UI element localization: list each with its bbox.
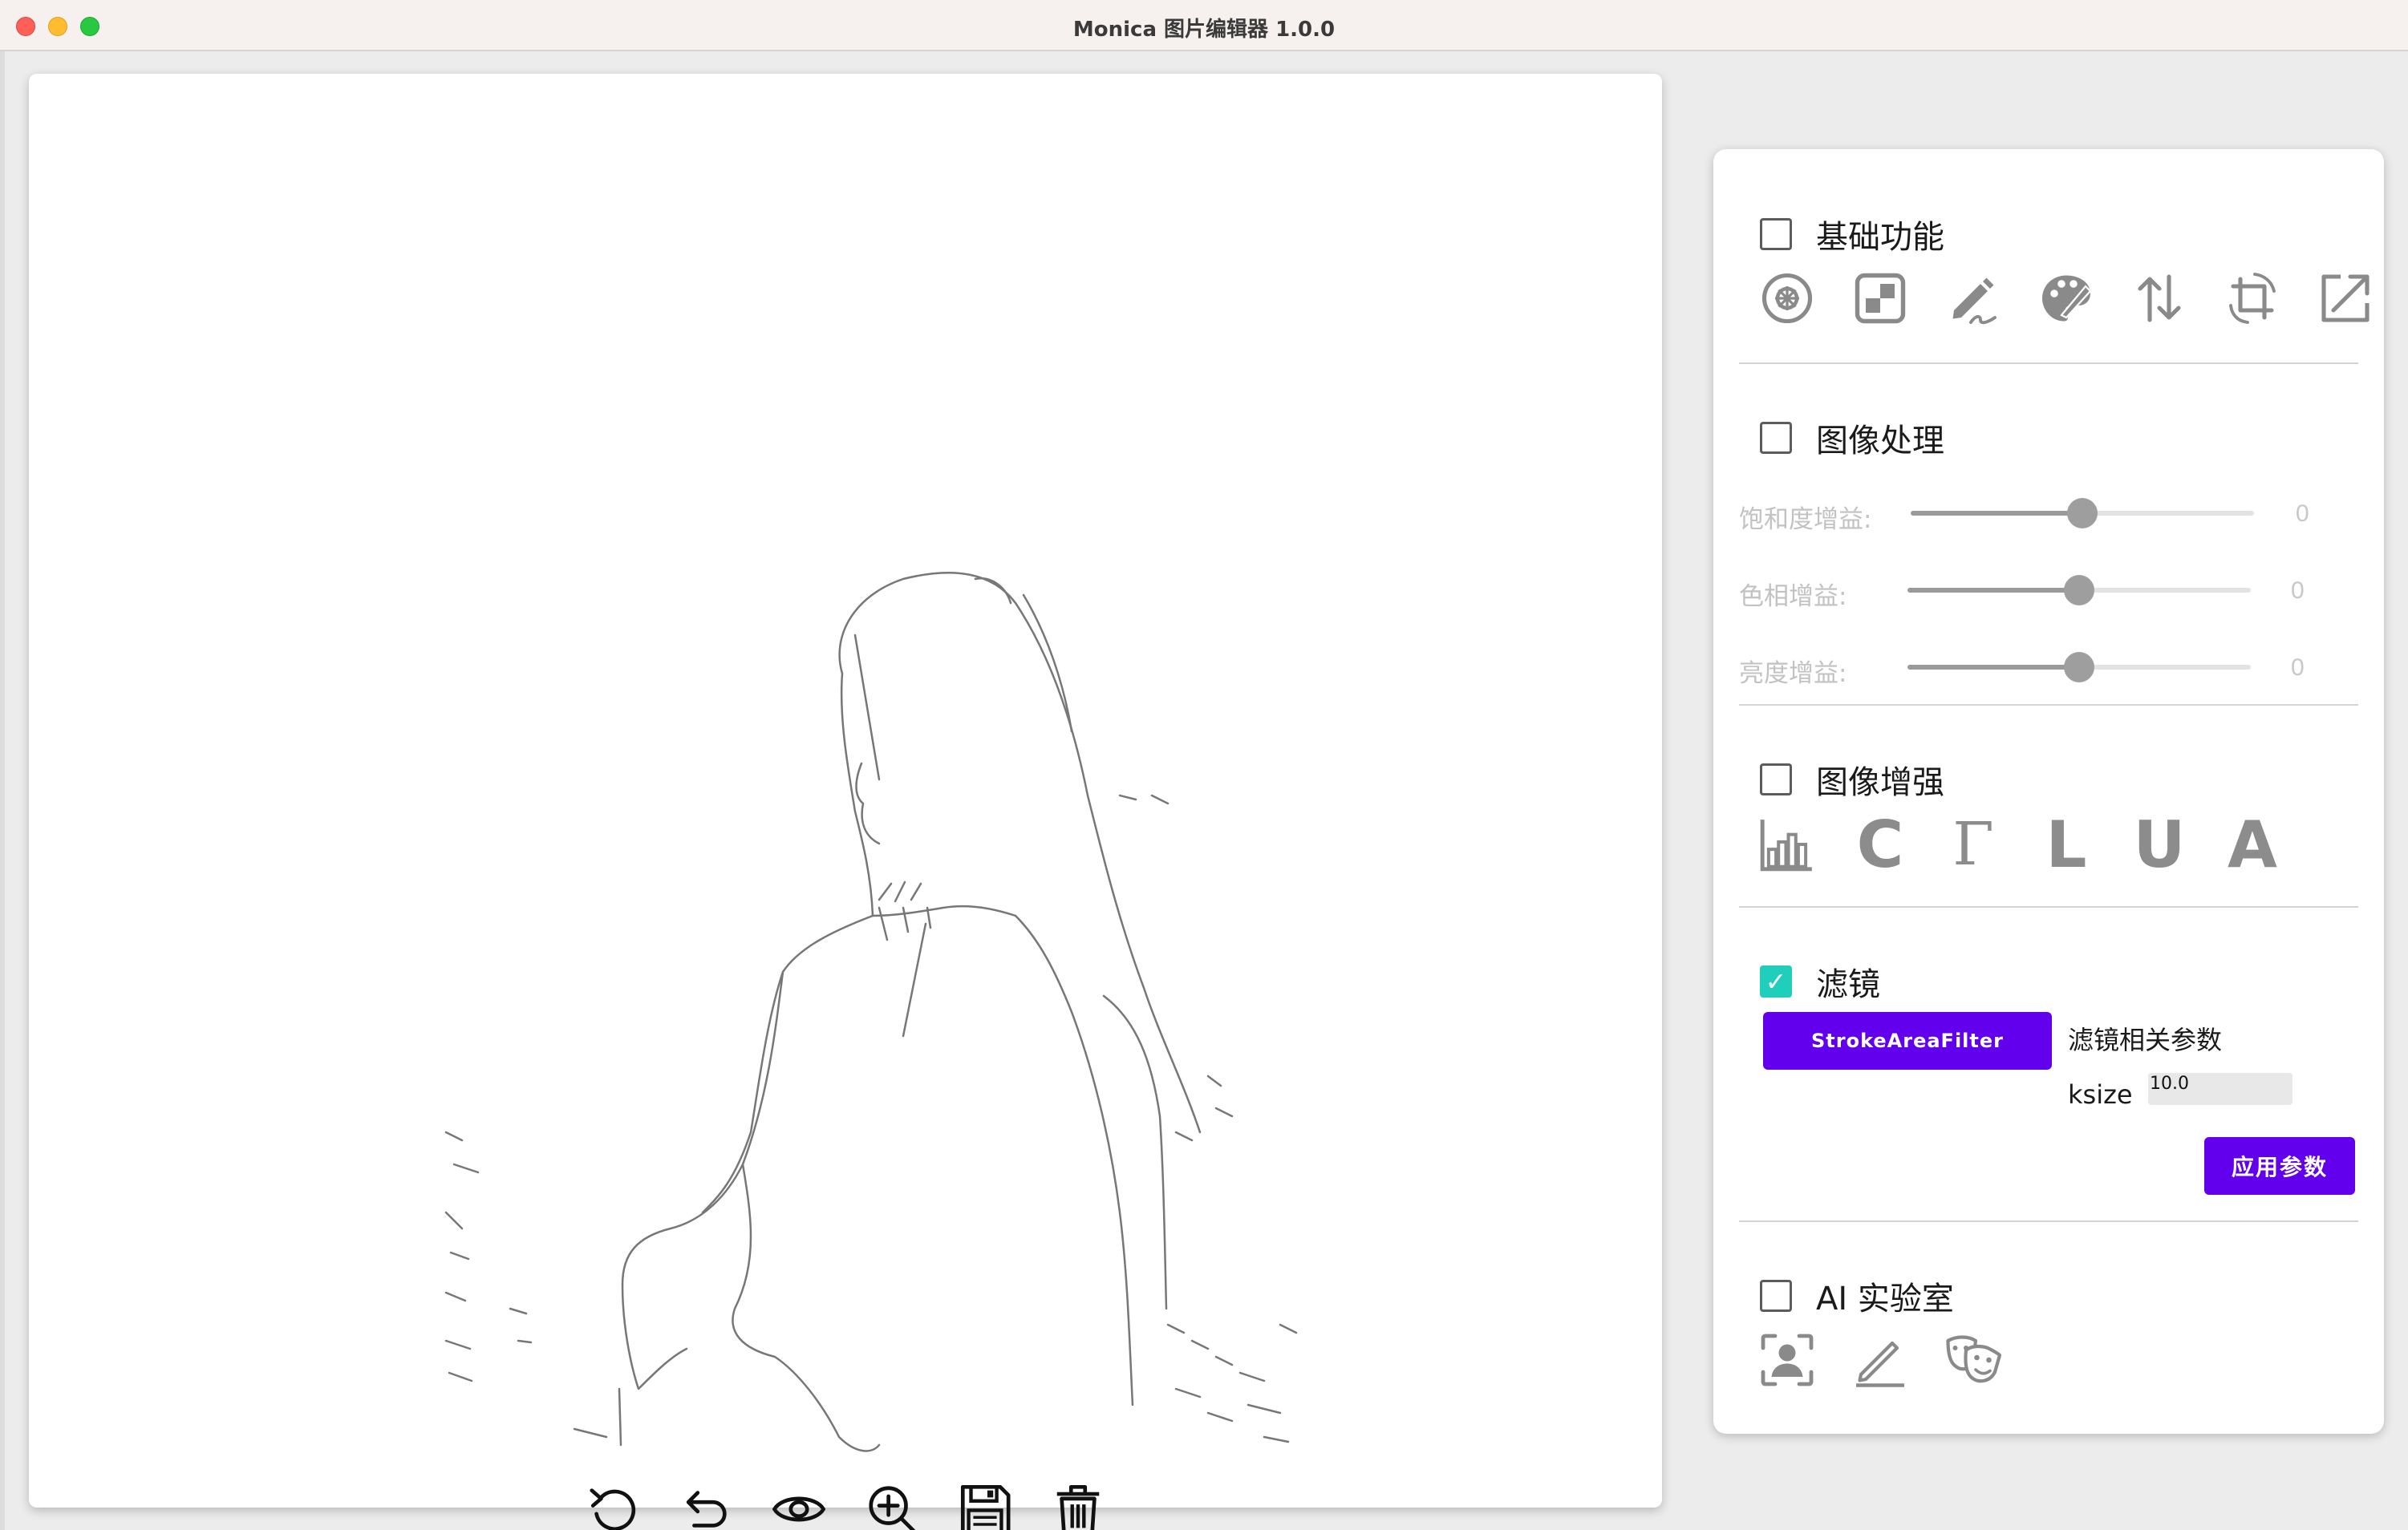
- color-button[interactable]: [2034, 266, 2098, 330]
- processing-title: 图像处理: [1816, 423, 1944, 459]
- delete-button[interactable]: [1049, 1477, 1107, 1530]
- save-button[interactable]: [956, 1477, 1014, 1530]
- hue-slider-row: 色相增益: 0: [1739, 569, 2333, 611]
- divider-2: [1739, 704, 2358, 706]
- blur-circle-icon: [1761, 273, 1813, 324]
- image-canvas: [29, 74, 1662, 1530]
- saturation-slider-row: 饱和度增益: 0: [1739, 492, 2333, 534]
- undo-button[interactable]: [677, 1477, 735, 1530]
- undo-icon: [686, 1491, 727, 1528]
- theater-masks-icon: [1946, 1335, 2002, 1383]
- draw-button[interactable]: [1941, 266, 2005, 330]
- saturation-value: 0: [2296, 500, 2309, 527]
- window-left-edge: [0, 51, 5, 1530]
- brightness-slider-row: 亮度增益: 0: [1739, 646, 2333, 688]
- divider-1: [1739, 362, 2358, 364]
- hue-label: 色相增益:: [1739, 582, 1847, 611]
- ai-section-header: AI 实验室: [1760, 1275, 1954, 1318]
- flip-icon: [2138, 274, 2181, 322]
- enhance-gamma-button[interactable]: Γ: [1941, 808, 2005, 880]
- basic-title: 基础功能: [1816, 219, 1944, 256]
- enhance-tools: C Γ L U A: [1755, 808, 2284, 882]
- enhance-u-button[interactable]: U: [2127, 808, 2191, 882]
- enhance-title: 图像增强: [1816, 764, 1944, 801]
- filter-params-title: 滤镜相关参数: [2068, 1025, 2223, 1055]
- apply-params-button[interactable]: 应用参数: [2204, 1137, 2355, 1195]
- filter-select-button[interactable]: StrokeAreaFilter: [1763, 1012, 2052, 1070]
- title-bar: Monica 图片编辑器 1.0.0: [0, 0, 2408, 51]
- ksize-label: ksize: [2068, 1079, 2133, 1110]
- basic-checkbox[interactable]: [1760, 218, 1792, 250]
- brightness-slider[interactable]: [1907, 652, 2251, 682]
- delete-icon: [1056, 1484, 1100, 1530]
- blur-button[interactable]: [1755, 266, 1819, 330]
- enhance-a-button[interactable]: A: [2220, 808, 2284, 882]
- saturation-slider[interactable]: [1911, 498, 2254, 528]
- sketch-button[interactable]: [1848, 1328, 1912, 1392]
- cartoon-button[interactable]: [1941, 1328, 2005, 1392]
- ksize-input[interactable]: [2148, 1073, 2292, 1105]
- ai-checkbox[interactable]: [1760, 1280, 1792, 1312]
- processing-section-header: 图像处理: [1760, 417, 1944, 459]
- ai-title: AI 实验室: [1816, 1281, 1954, 1318]
- flip-button[interactable]: [2127, 266, 2191, 330]
- face-detect-button[interactable]: [1755, 1328, 1819, 1392]
- mosaic-icon: [1855, 273, 1906, 324]
- filter-section-header: ✓ 滤镜: [1760, 961, 1880, 1003]
- sketch-pen-icon: [1856, 1341, 1904, 1387]
- resize-button[interactable]: [2313, 266, 2378, 330]
- filter-title: 滤镜: [1816, 966, 1880, 1003]
- feature-panel: 基础功能 图像处理 饱和度增益: 0 色相增益: 0 亮度增益: 0 图像增强 …: [1713, 149, 2384, 1434]
- brightness-value: 0: [2291, 654, 2305, 681]
- histogram-icon: [1760, 820, 1812, 872]
- mosaic-button[interactable]: [1848, 266, 1912, 330]
- preview-button[interactable]: [770, 1477, 828, 1530]
- ai-tools: [1755, 1328, 2005, 1392]
- hue-value: 0: [2291, 577, 2305, 604]
- sketch-image: [444, 572, 1298, 1452]
- crop-rotate-button[interactable]: [2220, 266, 2284, 330]
- brightness-slider-knob[interactable]: [2064, 652, 2094, 682]
- check-icon: ✓: [1765, 966, 1787, 997]
- resize-icon: [2321, 274, 2369, 322]
- basic-section-header: 基础功能: [1760, 213, 1944, 256]
- zoom-in-icon: [869, 1486, 916, 1530]
- divider-3: [1739, 906, 2358, 908]
- basic-tools: [1755, 266, 2378, 330]
- saturation-slider-fill: [1911, 511, 2082, 516]
- hue-slider-fill: [1907, 588, 2079, 593]
- divider-4: [1739, 1220, 2358, 1222]
- enhance-c-button[interactable]: C: [1848, 808, 1912, 882]
- preview-eye-icon: [772, 1496, 825, 1522]
- processing-checkbox[interactable]: [1760, 422, 1792, 454]
- brightness-label: 亮度增益:: [1739, 659, 1847, 688]
- enhance-section-header: 图像增强: [1760, 759, 1944, 801]
- histogram-button[interactable]: [1755, 808, 1819, 880]
- enhance-checkbox[interactable]: [1760, 763, 1792, 795]
- saturation-slider-knob[interactable]: [2067, 498, 2098, 528]
- color-palette-icon: [2042, 275, 2092, 322]
- reset-icon: [590, 1488, 636, 1530]
- enhance-l-button[interactable]: L: [2034, 808, 2098, 882]
- draw-pen-icon: [1952, 277, 1997, 325]
- zoom-in-button[interactable]: [863, 1477, 921, 1530]
- canvas-toolbar: [29, 1477, 1662, 1530]
- save-icon: [960, 1484, 1011, 1530]
- hue-slider[interactable]: [1907, 575, 2251, 605]
- hue-slider-knob[interactable]: [2064, 575, 2094, 605]
- face-detect-icon: [1761, 1334, 1814, 1386]
- window-title: Monica 图片编辑器 1.0.0: [1072, 18, 1336, 42]
- saturation-label: 饱和度增益:: [1739, 505, 1872, 534]
- brightness-slider-fill: [1907, 665, 2079, 670]
- crop-rotate-icon: [2229, 273, 2276, 324]
- reset-button[interactable]: [584, 1477, 642, 1530]
- filter-checkbox[interactable]: ✓: [1760, 965, 1792, 998]
